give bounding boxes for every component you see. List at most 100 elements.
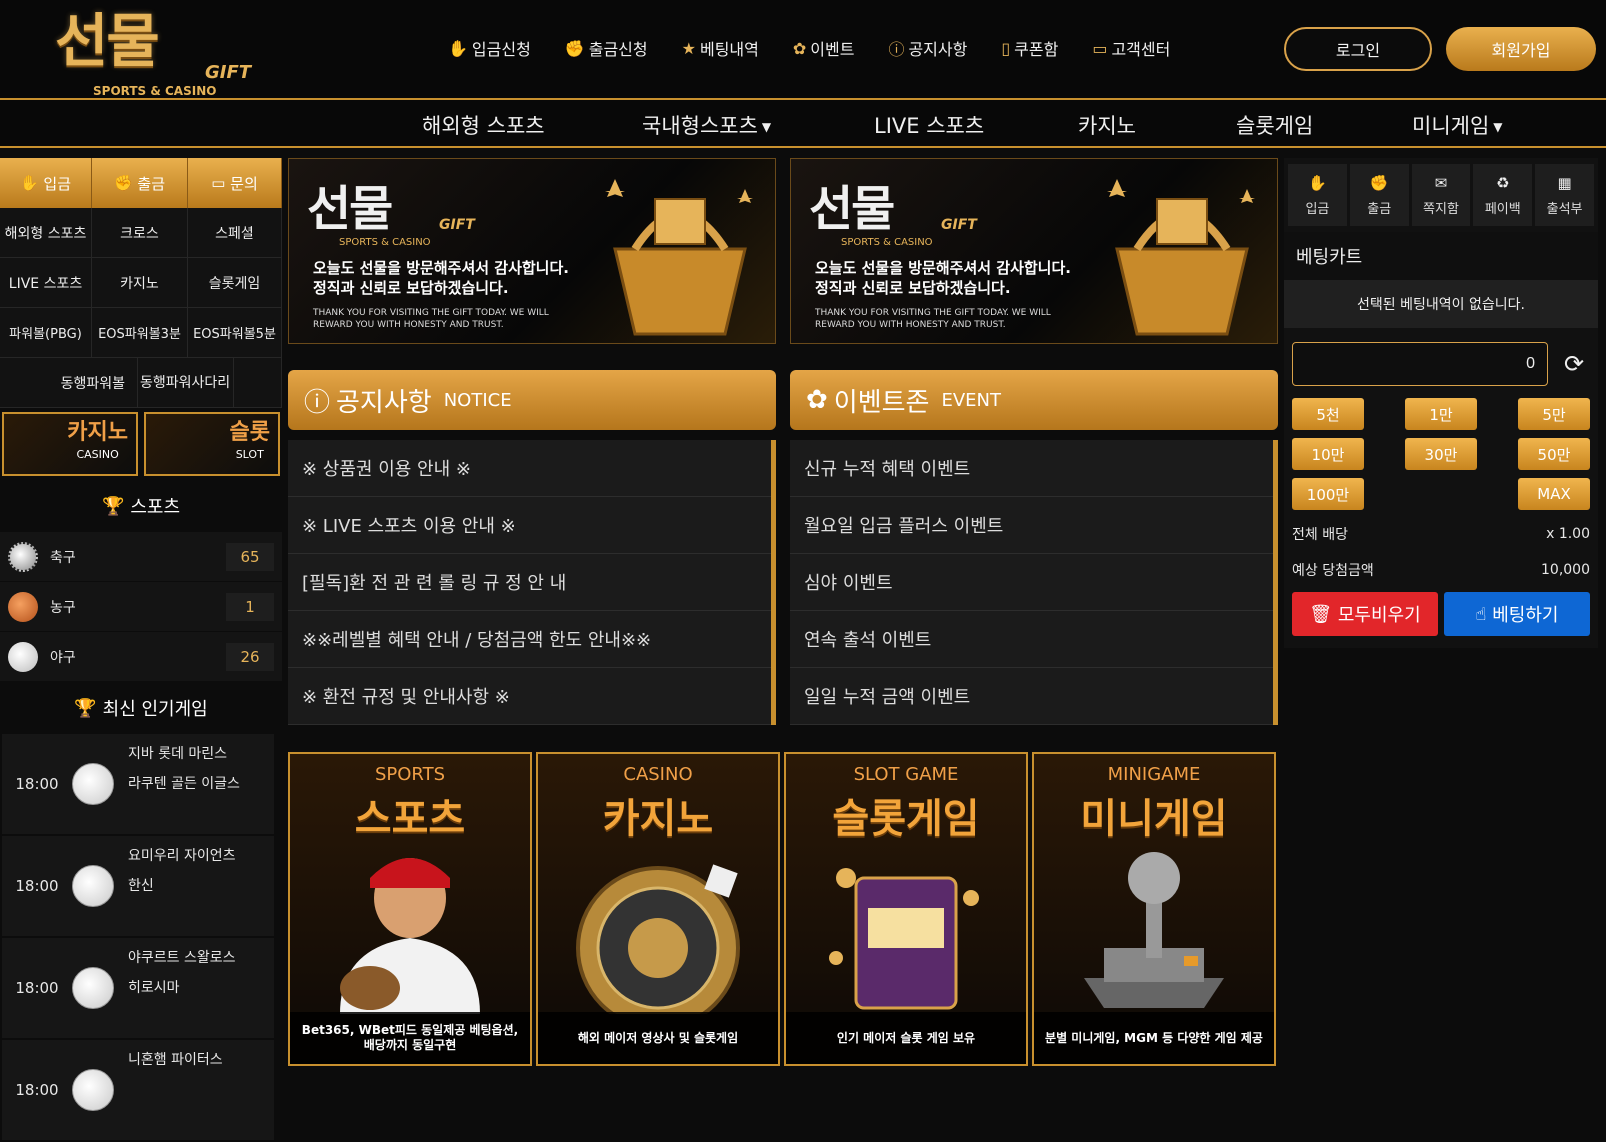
notice-header[interactable]: ⓘ 공지사항 NOTICE bbox=[288, 370, 776, 430]
total-odds-label: 전체 배당 bbox=[1292, 527, 1348, 543]
away-team: 한신 bbox=[128, 878, 154, 894]
menu-event[interactable]: ✿ 이벤트 bbox=[793, 36, 855, 60]
welcome-banner[interactable]: 선물 GIFT SPORTS & CASINO 오늘도 선물을 방문해주셔서 감… bbox=[288, 158, 776, 344]
quick-withdraw-button[interactable]: ✊ 출금 bbox=[92, 158, 188, 208]
tab-label: 출석부 bbox=[1546, 201, 1583, 217]
menu-coupon[interactable]: ▯ 쿠폰함 bbox=[1001, 36, 1058, 60]
grid-donghaeng-ladder[interactable]: 동행파워사다리 bbox=[138, 358, 234, 408]
menu-betting-history[interactable]: ★ 베팅내역 bbox=[682, 36, 759, 60]
login-button[interactable]: 로그인 bbox=[1284, 27, 1432, 71]
game-time: 18:00 bbox=[15, 775, 59, 793]
nav-domestic-sports[interactable]: 국내형스포츠 ▼ bbox=[642, 110, 771, 140]
event-item[interactable]: 연속 출석 이벤트 bbox=[790, 611, 1273, 668]
notice-item[interactable]: ※※레벨별 혜택 안내 / 당첨금액 한도 안내※※ bbox=[288, 611, 771, 668]
grid-cross[interactable]: 크로스 bbox=[92, 208, 188, 258]
quick-buttons: ✋ 입금 ✊ 출금 ▭ 문의 bbox=[0, 158, 282, 208]
popular-heading: 🏆 최신 인기게임 bbox=[0, 682, 282, 734]
popular-game[interactable]: 18:00 야쿠르트 스왈로스 히로시마 bbox=[2, 938, 274, 1038]
sport-soccer[interactable]: 축구 65 bbox=[0, 532, 282, 581]
bet-amount-input[interactable] bbox=[1292, 342, 1548, 386]
notice-item[interactable]: ※ LIVE 스포츠 이용 안내 ※ bbox=[288, 497, 771, 554]
event-item[interactable]: 월요일 입금 플러스 이벤트 bbox=[790, 497, 1273, 554]
gift-icon: ✿ bbox=[806, 385, 828, 415]
notice-item[interactable]: ※ 상품권 이용 안내 ※ bbox=[288, 440, 771, 497]
notice-icon: ⓘ bbox=[304, 387, 331, 418]
chip-50k[interactable]: 5만 bbox=[1518, 398, 1590, 430]
chip-10k[interactable]: 1만 bbox=[1405, 398, 1477, 430]
promo-casino[interactable]: CASINO 카지노 해외 메이저 영상사 및 슬롯게임 bbox=[536, 752, 780, 1066]
signup-button[interactable]: 회원가입 bbox=[1446, 27, 1596, 71]
nav-overseas-sports[interactable]: 해외형 스포츠 bbox=[422, 110, 545, 140]
menu-support[interactable]: ▭ 고객센터 bbox=[1092, 36, 1170, 60]
category-nav: 해외형 스포츠 국내형스포츠 ▼ LIVE 스포츠 카지노 슬롯게임 미니게임 ▼ bbox=[0, 100, 1606, 148]
roulette-icon bbox=[576, 864, 740, 1014]
nav-live-sports[interactable]: LIVE 스포츠 bbox=[874, 110, 984, 140]
notice-item[interactable]: [필독]환 전 관 련 롤 링 규 정 안 내 bbox=[288, 554, 771, 611]
nav-minigame[interactable]: 미니게임 ▼ bbox=[1412, 110, 1503, 140]
event-item[interactable]: 심야 이벤트 bbox=[790, 554, 1273, 611]
grid-casino[interactable]: 카지노 bbox=[92, 258, 188, 308]
tab-label: 출금 bbox=[1367, 201, 1392, 217]
event-item[interactable]: 일일 누적 금액 이벤트 bbox=[790, 668, 1273, 725]
popular-game[interactable]: 18:00 요미우리 자이언츠 한신 bbox=[2, 836, 274, 936]
chip-max[interactable]: MAX bbox=[1518, 478, 1590, 510]
chip-500k[interactable]: 50만 bbox=[1518, 438, 1590, 470]
refresh-icon[interactable]: ⟳ bbox=[1558, 348, 1590, 380]
grid-overseas-sports[interactable]: 해외형 스포츠 bbox=[0, 208, 92, 258]
chip-5k[interactable]: 5천 bbox=[1292, 398, 1364, 430]
menu-withdraw[interactable]: ✊ 출금신청 bbox=[565, 36, 648, 60]
nav-casino[interactable]: 카지노 bbox=[1078, 110, 1136, 140]
menu-notice[interactable]: ⓘ 공지사항 bbox=[888, 36, 967, 60]
promo-title: 슬롯게임 bbox=[832, 796, 980, 842]
clear-all-button[interactable]: 🗑 모두비우기 bbox=[1292, 592, 1438, 636]
chip-300k[interactable]: 30만 bbox=[1405, 438, 1477, 470]
grid-donghaeng-powerball[interactable]: 동행파워볼 bbox=[0, 358, 138, 408]
menu-label: 공지사항 bbox=[908, 40, 968, 59]
casino-banner-title: 카지노 bbox=[67, 420, 128, 445]
nav-label: 국내형스포츠 bbox=[642, 114, 758, 138]
promo-minigame[interactable]: MINIGAME 미니게임 분별 미니게임, MGM 등 다양한 게임 제공 bbox=[1032, 752, 1276, 1066]
grid-eos-powerball-3[interactable]: EOS파워볼3분 bbox=[92, 308, 188, 358]
game-time: 18:00 bbox=[15, 877, 59, 895]
popular-game[interactable]: 18:00 니혼햄 파이터스 bbox=[2, 1040, 274, 1140]
nav-slot[interactable]: 슬롯게임 bbox=[1236, 110, 1313, 140]
grid-eos-powerball-5[interactable]: EOS파워볼5분 bbox=[188, 308, 282, 358]
nav-label: 슬롯게임 bbox=[1236, 114, 1314, 138]
welcome-banner[interactable]: 선물 GIFT SPORTS & CASINO 오늘도 선물을 방문해주셔서 감… bbox=[790, 158, 1278, 344]
chip-1m[interactable]: 100만 bbox=[1292, 478, 1364, 510]
sport-basketball[interactable]: 농구 1 bbox=[0, 582, 282, 631]
site-logo[interactable]: 선물 GIFT SPORTS & CASINO bbox=[55, 6, 255, 98]
grid-slot[interactable]: 슬롯게임 bbox=[188, 258, 282, 308]
grid-powerball-pbg[interactable]: 파워볼(PBG) bbox=[0, 308, 92, 358]
event-item[interactable]: 신규 누적 혜택 이벤트 bbox=[790, 440, 1273, 497]
bet-slip-panel: ✋ 입금 ✊ 출금 ✉ 쪽지함 ♻ 페이백 ▦ 출석부 베팅카트 선택된 베팅내역이 없습… bbox=[1284, 158, 1598, 648]
tab-attendance[interactable]: ▦ 출석부 bbox=[1535, 164, 1594, 226]
promo-sports[interactable]: SPORTS 스포츠 Bet365, WBet피드 동일제공 베팅옵션, 배당까… bbox=[288, 752, 532, 1066]
event-header[interactable]: ✿ 이벤트존 EVENT bbox=[790, 370, 1278, 430]
baseball-icon bbox=[8, 641, 38, 672]
popular-game[interactable]: 18:00 지바 롯데 마린스 라쿠텐 골든 이글스 bbox=[2, 734, 274, 834]
logo-text: 선물 bbox=[55, 7, 160, 75]
tab-payback[interactable]: ♻ 페이백 bbox=[1473, 164, 1533, 226]
menu-deposit[interactable]: ✋ 입금신청 bbox=[448, 36, 531, 60]
casino-banner[interactable]: 카지노 CASINO bbox=[2, 412, 138, 476]
grid-special[interactable]: 스페셜 bbox=[188, 208, 282, 258]
sport-baseball[interactable]: 야구 26 bbox=[0, 632, 282, 681]
tab-withdraw[interactable]: ✊ 출금 bbox=[1349, 164, 1409, 226]
quick-deposit-button[interactable]: ✋ 입금 bbox=[0, 158, 92, 208]
nav-label: 카지노 bbox=[1078, 114, 1136, 138]
tab-messages[interactable]: ✉ 쪽지함 bbox=[1411, 164, 1471, 226]
chip-100k[interactable]: 10만 bbox=[1292, 438, 1364, 470]
menu-label: 고객센터 bbox=[1111, 40, 1171, 59]
banner-line2: 정직과 신뢰로 보답하겠습니다. bbox=[815, 279, 1011, 297]
promo-slot[interactable]: SLOT GAME 슬롯게임 인기 메이저 슬롯 게임 보유 bbox=[784, 752, 1028, 1066]
slot-banner[interactable]: 슬롯 SLOT bbox=[144, 412, 280, 476]
tab-deposit[interactable]: ✋ 입금 bbox=[1288, 164, 1347, 226]
notice-item[interactable]: ※ 환전 규정 및 안내사항 ※ bbox=[288, 668, 771, 725]
place-bet-button[interactable]: ☝ 베팅하기 bbox=[1444, 592, 1590, 636]
quick-label: 입금 bbox=[43, 174, 72, 193]
grid-live-sports[interactable]: LIVE 스포츠 bbox=[0, 258, 92, 308]
nav-label: 해외형 스포츠 bbox=[422, 114, 545, 138]
top-menu: ✋ 입금신청 ✊ 출금신청 ★ 베팅내역 ✿ 이벤트 ⓘ 공지사항 ▯ 쿠폰함 ▭ 고객센터 bbox=[448, 36, 1204, 60]
quick-inquiry-button[interactable]: ▭ 문의 bbox=[188, 158, 282, 208]
